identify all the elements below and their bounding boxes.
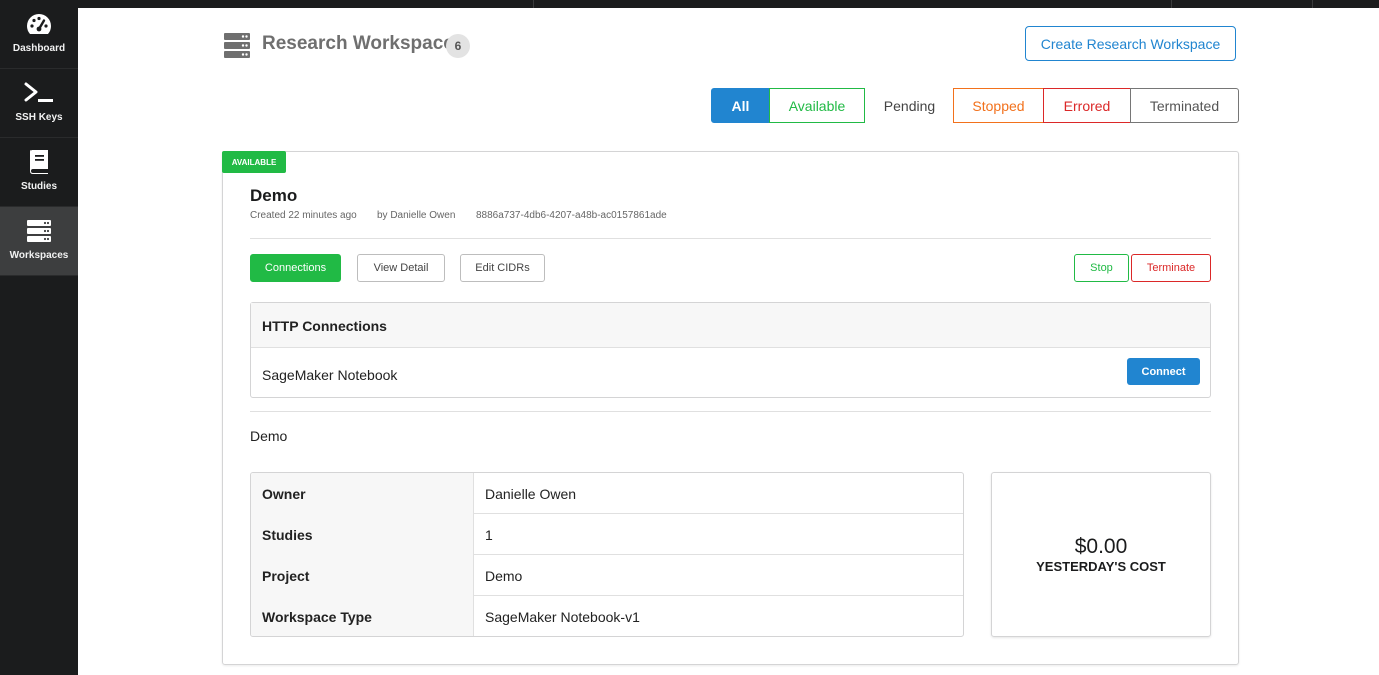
terminate-button[interactable]: Terminate bbox=[1131, 254, 1211, 282]
property-value: Demo bbox=[485, 567, 523, 584]
top-bar-divider bbox=[533, 0, 534, 8]
table-row: Owner Danielle Owen bbox=[251, 473, 963, 514]
property-key: Workspace Type bbox=[251, 596, 474, 636]
workspace-owner: by Danielle Owen bbox=[377, 210, 456, 221]
workspace-name: Demo bbox=[250, 186, 298, 205]
table-row: Workspace Type SageMaker Notebook-v1 bbox=[251, 596, 963, 636]
sidebar-item-label: SSH Keys bbox=[15, 112, 63, 123]
http-connections-panel: HTTP Connections SageMaker Notebook Conn… bbox=[250, 302, 1211, 398]
connections-button[interactable]: Connections bbox=[250, 254, 341, 282]
workspace-count-badge: 6 bbox=[446, 34, 470, 58]
book-icon bbox=[0, 148, 78, 176]
dashboard-icon bbox=[0, 10, 78, 38]
top-bar bbox=[0, 0, 1379, 8]
terminal-icon bbox=[0, 79, 78, 107]
connection-name: SageMaker Notebook bbox=[262, 367, 398, 383]
filter-available-button[interactable]: Available bbox=[769, 88, 865, 123]
http-connections-header: HTTP Connections bbox=[251, 303, 1210, 348]
server-icon bbox=[223, 32, 251, 58]
cost-card: $0.00 YESTERDAY'S COST bbox=[991, 472, 1211, 637]
sidebar-item-workspaces[interactable]: Workspaces bbox=[0, 207, 78, 276]
page-title: Research Workspaces bbox=[262, 33, 465, 54]
property-value: 1 bbox=[485, 526, 493, 543]
property-key: Owner bbox=[251, 473, 474, 514]
http-connections-title: HTTP Connections bbox=[262, 318, 387, 334]
create-workspace-button[interactable]: Create Research Workspace bbox=[1025, 26, 1236, 61]
filter-terminated-button[interactable]: Terminated bbox=[1130, 88, 1239, 123]
connect-button[interactable]: Connect bbox=[1127, 358, 1200, 385]
status-badge: AVAILABLE bbox=[222, 151, 286, 173]
sidebar-item-ssh-keys[interactable]: SSH Keys bbox=[0, 69, 78, 138]
server-icon bbox=[0, 217, 78, 245]
cost-label: YESTERDAY'S COST bbox=[1036, 559, 1166, 574]
divider bbox=[250, 238, 1211, 239]
property-value: Danielle Owen bbox=[485, 485, 577, 502]
filter-errored-button[interactable]: Errored bbox=[1043, 88, 1131, 123]
table-row: Studies 1 bbox=[251, 514, 963, 555]
filter-stopped-button[interactable]: Stopped bbox=[953, 88, 1044, 123]
workspace-created: Created 22 minutes ago bbox=[250, 210, 357, 221]
filter-pending-button[interactable]: Pending bbox=[865, 88, 954, 123]
properties-table: Owner Danielle Owen Studies 1 Project De… bbox=[250, 472, 964, 637]
filter-all-button[interactable]: All bbox=[711, 88, 770, 123]
sidebar: Dashboard SSH Keys Studies Workspaces bbox=[0, 0, 78, 675]
workspace-description: Demo bbox=[250, 428, 288, 444]
view-detail-button[interactable]: View Detail bbox=[357, 254, 445, 282]
top-bar-divider bbox=[1312, 0, 1313, 8]
sidebar-item-studies[interactable]: Studies bbox=[0, 138, 78, 207]
stop-button[interactable]: Stop bbox=[1074, 254, 1129, 282]
property-key: Project bbox=[251, 555, 474, 596]
sidebar-item-label: Studies bbox=[20, 181, 58, 192]
sidebar-item-label: Dashboard bbox=[12, 43, 66, 54]
top-bar-divider bbox=[1171, 0, 1172, 8]
sidebar-item-label: Workspaces bbox=[9, 250, 69, 261]
edit-cidrs-button[interactable]: Edit CIDRs bbox=[460, 254, 545, 282]
property-key: Studies bbox=[251, 514, 474, 555]
workspace-id: 8886a737-4db6-4207-a48b-ac0157861ade bbox=[476, 210, 667, 221]
divider bbox=[250, 411, 1211, 412]
property-value: SageMaker Notebook-v1 bbox=[485, 608, 640, 625]
table-row: Project Demo bbox=[251, 555, 963, 596]
cost-value: $0.00 bbox=[1074, 535, 1128, 558]
sidebar-item-dashboard[interactable]: Dashboard bbox=[0, 0, 78, 69]
